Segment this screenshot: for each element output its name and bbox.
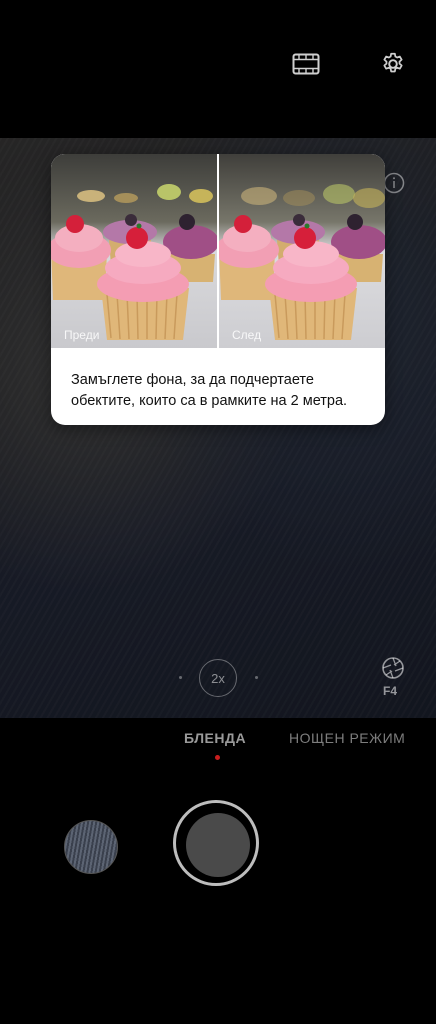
before-label: Преди xyxy=(64,328,100,342)
aperture-value[interactable]: F4 xyxy=(383,684,397,698)
card-description: Замъглете фона, за да подчертаете обекти… xyxy=(71,372,348,409)
gallery-thumbnail[interactable] xyxy=(64,820,118,874)
zoom-label: 2x xyxy=(211,670,225,686)
aperture-icon[interactable] xyxy=(381,656,405,680)
mode-aperture[interactable]: БЛЕНДА xyxy=(184,730,246,746)
zoom-button[interactable]: 2x xyxy=(199,659,237,697)
comparison-images: Преди След xyxy=(51,154,385,348)
active-mode-indicator xyxy=(215,755,220,760)
shutter-button[interactable] xyxy=(186,813,250,877)
top-bar xyxy=(0,0,436,138)
after-image: След xyxy=(219,154,385,348)
film-icon[interactable] xyxy=(288,48,324,80)
zoom-dot xyxy=(179,676,182,679)
gear-icon[interactable] xyxy=(376,47,410,81)
before-image: Преди xyxy=(51,154,217,348)
zoom-dot xyxy=(255,676,258,679)
after-label: След xyxy=(232,328,262,342)
mode-night[interactable]: НОЩЕН РЕЖИМ xyxy=(289,730,405,746)
info-icon[interactable] xyxy=(383,172,405,194)
aperture-info-card: Преди След Замъглете фона, за да подчерт… xyxy=(51,154,385,425)
